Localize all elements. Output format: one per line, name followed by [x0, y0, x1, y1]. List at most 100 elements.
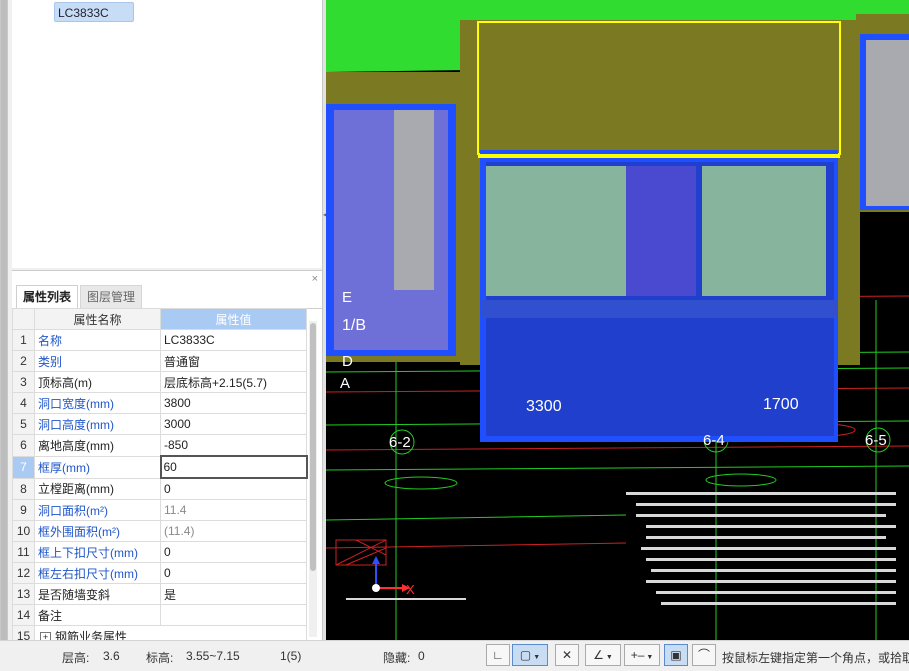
arc-button[interactable]: ⌒: [692, 644, 716, 666]
row-number: 4: [12, 392, 35, 414]
hidden-label: 隐藏:: [383, 651, 411, 665]
snap-button[interactable]: +‒ ▼: [624, 644, 660, 666]
angle-icon: ∠: [593, 648, 604, 662]
row-number: 7: [12, 455, 35, 479]
cross-select-button[interactable]: ✕: [555, 644, 579, 666]
cross-icon: ✕: [561, 648, 573, 662]
row-number: 13: [12, 583, 35, 605]
property-value: (11.4): [160, 520, 307, 542]
page-indicator: 1(5): [280, 649, 302, 663]
property-value[interactable]: 层底标高+2.15(5.7): [160, 371, 307, 393]
row-number: 12: [12, 562, 35, 584]
property-name: 洞口高度(mm): [34, 413, 161, 435]
property-value[interactable]: 3000: [160, 413, 307, 435]
property-name: 类别: [34, 350, 161, 372]
scrollbar-thumb[interactable]: [310, 323, 316, 571]
property-value-editor[interactable]: 60: [159, 455, 308, 479]
ortho-mode-button[interactable]: ∟: [486, 644, 510, 666]
row-number: 14: [12, 604, 35, 626]
property-name: 是否随墙变斜: [34, 583, 161, 605]
property-value[interactable]: 是: [160, 583, 307, 605]
window-mullion-left: [394, 110, 434, 290]
axis-label: 6-4: [703, 432, 725, 449]
viewport-canvas: 3300 1700 1/B 6-2 6-4 6-5 E D A X: [326, 0, 909, 640]
arc-icon: ⌒: [697, 648, 710, 662]
row-number: 3: [12, 371, 35, 393]
property-table-header: 属性名称 属性值: [12, 308, 307, 330]
property-row-top-elevation[interactable]: 3 顶标高(m) 层底标高+2.15(5.7): [12, 371, 307, 393]
row-number: 1: [12, 329, 35, 351]
select-box-icon: ▢: [519, 648, 532, 662]
chevron-down-icon: ▼: [646, 654, 654, 661]
row-number: 6: [12, 434, 35, 457]
property-row-opening-area[interactable]: 9 洞口面积(m²) 11.4: [12, 499, 307, 521]
property-value[interactable]: 0: [160, 477, 307, 500]
property-name: 框外围面积(m²): [34, 520, 161, 542]
property-row-frame-horizontal-deduct[interactable]: 12 框左右扣尺寸(mm) 0: [12, 562, 307, 584]
left-edge-scrollbar[interactable]: [1, 0, 7, 640]
axis-gizmo-icon: X: [372, 556, 415, 597]
property-name: 框上下扣尺寸(mm): [34, 541, 161, 563]
window-sill-main: [482, 300, 838, 318]
property-row-frame-outer-area[interactable]: 10 框外围面积(m²) (11.4): [12, 520, 307, 542]
axis-label: 6-5: [865, 432, 887, 449]
property-row-opening-width[interactable]: 4 洞口宽度(mm) 3800: [12, 392, 307, 414]
floor-height-value: 3.6: [103, 649, 120, 663]
property-row-opening-height[interactable]: 5 洞口高度(mm) 3000: [12, 413, 307, 435]
property-value[interactable]: -850: [160, 434, 307, 457]
snap-icon: +‒: [630, 648, 645, 662]
row-number: 8: [12, 477, 35, 500]
property-value[interactable]: 3800: [160, 392, 307, 414]
property-name: 框厚(mm): [34, 455, 161, 479]
property-value[interactable]: LC3833C: [160, 329, 307, 351]
property-value[interactable]: [160, 604, 307, 626]
property-row-frame-thickness[interactable]: 7 框厚(mm) 60: [12, 455, 308, 479]
hidden-count: 0: [418, 649, 425, 663]
select-box-button[interactable]: ▢ ▼: [512, 644, 548, 666]
window-glass-main-right: [702, 166, 826, 296]
property-name-header: 属性名称: [34, 308, 161, 330]
tree-node-selected[interactable]: LC3833C: [54, 2, 134, 22]
property-row-frame-distance[interactable]: 8 立樘距离(mm) 0: [12, 477, 307, 500]
property-name: 立樘距离(mm): [34, 477, 161, 500]
property-name: 顶标高(m): [34, 371, 161, 393]
component-tree: LC3833C: [12, 0, 323, 268]
axis-label: D: [342, 353, 353, 370]
elevation-value: 3.55~7.15: [186, 649, 240, 663]
dimension-label: 1700: [763, 396, 799, 413]
property-row-sill-height[interactable]: 6 离地高度(mm) -850: [12, 434, 307, 457]
property-row-slant-with-wall[interactable]: 13 是否随墙变斜是: [12, 583, 307, 605]
status-bar: 层高: 3.6 标高: 3.55~7.15 1(5) 隐藏: 0 ∟ ▢ ▼ ✕ …: [0, 640, 909, 671]
3d-viewport[interactable]: 3300 1700 1/B 6-2 6-4 6-5 E D A X: [326, 0, 909, 640]
property-value[interactable]: 0: [160, 562, 307, 584]
ortho-icon: ∟: [492, 648, 504, 662]
tab-layer-management[interactable]: 图层管理: [80, 285, 143, 309]
chevron-down-icon: ▼: [533, 654, 541, 661]
property-value[interactable]: 0: [160, 541, 307, 563]
window-glass-right: [866, 40, 909, 206]
row-number: 9: [12, 499, 35, 521]
property-name: 离地高度(mm): [34, 434, 161, 457]
row-number: 10: [12, 520, 35, 542]
property-scrollbar[interactable]: [309, 321, 317, 637]
property-name: 名称: [34, 329, 161, 351]
close-icon[interactable]: ×: [312, 273, 318, 285]
angle-button[interactable]: ∠ ▼: [585, 644, 621, 666]
display-mode-button[interactable]: ▣: [664, 644, 688, 666]
axis-label: 6-2: [389, 434, 411, 451]
roof-slab-left: [326, 0, 466, 72]
property-row-name[interactable]: 1 名称 LC3833C: [12, 329, 307, 351]
status-hint: 按鼠标左键指定第一个角点，或拾取: [722, 651, 909, 665]
chevron-down-icon: ▼: [605, 654, 613, 661]
property-name: 洞口宽度(mm): [34, 392, 161, 414]
row-number: 11: [12, 541, 35, 563]
window-glass-main-mid: [626, 166, 696, 296]
property-row-remark[interactable]: 14 备注: [12, 604, 307, 626]
property-row-category[interactable]: 2 类别 普通窗: [12, 350, 307, 372]
property-row-frame-vertical-deduct[interactable]: 11 框上下扣尺寸(mm) 0: [12, 541, 307, 563]
tab-property-list[interactable]: 属性列表: [16, 285, 79, 309]
selected-lintel: [477, 21, 841, 155]
property-value[interactable]: 普通窗: [160, 350, 307, 372]
property-value: 11.4: [160, 499, 307, 521]
yellow-highlight-bottom: [478, 154, 840, 158]
